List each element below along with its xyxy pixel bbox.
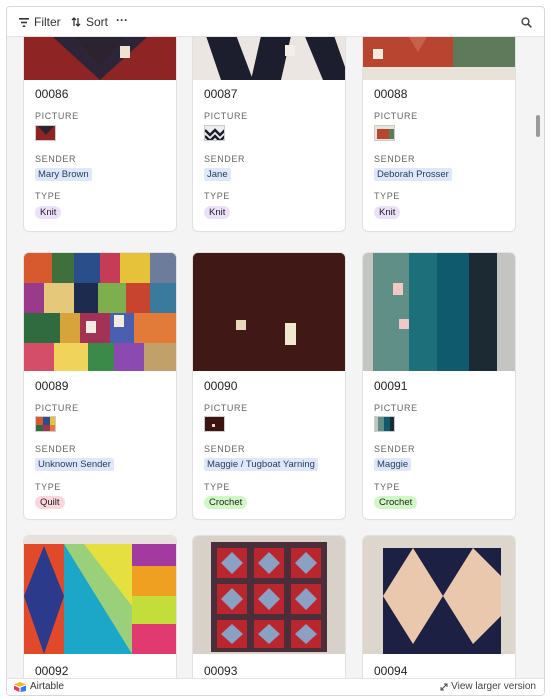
picture-label: PICTURE — [35, 111, 79, 121]
more-options-button[interactable]: ··· — [116, 13, 128, 27]
search-button[interactable] — [521, 15, 532, 33]
cover-image — [24, 37, 176, 80]
sender-label: SENDER — [35, 154, 77, 164]
picture-label: PICTURE — [35, 403, 79, 413]
view-larger-link[interactable]: View larger version — [440, 681, 536, 692]
type-label: TYPE — [35, 191, 61, 201]
record-card[interactable]: 00090 PICTURE SENDER Maggie / Tugboat Ya… — [193, 253, 345, 519]
picture-thumbnail[interactable] — [204, 416, 225, 432]
record-title: 00091 — [374, 379, 408, 393]
view-larger-label: View larger version — [451, 681, 536, 692]
picture-thumbnail[interactable] — [374, 416, 395, 432]
cover-image — [24, 253, 176, 371]
cover-image — [363, 536, 515, 654]
record-card[interactable]: 00091 PICTURE SENDER Maggie TYPE Crochet — [363, 253, 515, 519]
picture-label: PICTURE — [204, 111, 248, 121]
sender-chip: Maggie / Tugboat Yarning — [204, 458, 318, 471]
record-title: 00086 — [35, 87, 69, 101]
filter-label: Filter — [34, 15, 61, 29]
cover-image — [193, 37, 345, 80]
sender-chip: Maggie — [374, 458, 412, 471]
toolbar: Filter Sort ··· — [7, 7, 544, 37]
sender-label: SENDER — [204, 154, 246, 164]
brand-label: Airtable — [30, 681, 64, 692]
airtable-brand[interactable]: Airtable — [14, 681, 64, 692]
gallery-embed: Filter Sort ··· 00086 PICTURE SENDER Mar… — [6, 6, 545, 696]
sender-label: SENDER — [374, 444, 416, 454]
record-card[interactable]: 00086 PICTURE SENDER Mary Brown TYPE Kni… — [24, 37, 176, 231]
expand-icon — [440, 683, 448, 690]
scrollbar[interactable] — [536, 115, 540, 137]
sender-chip: Deborah Prosser — [374, 168, 452, 181]
sender-chip: Unknown Sender — [35, 458, 114, 471]
type-label: TYPE — [374, 191, 400, 201]
record-title: 00092 — [35, 664, 69, 678]
picture-thumbnail[interactable] — [35, 125, 56, 141]
type-pill: Knit — [204, 206, 231, 219]
filter-icon — [19, 17, 29, 27]
ellipsis-icon: ··· — [116, 13, 128, 27]
record-title: 00090 — [204, 379, 238, 393]
sender-chip: Jane — [204, 168, 231, 181]
record-card[interactable]: 00089 PICTURE SENDER Unknown Sender TYPE… — [24, 253, 176, 519]
footer: Airtable View larger version — [7, 678, 544, 695]
record-title: 00088 — [374, 87, 408, 101]
cover-image — [24, 536, 176, 654]
picture-label: PICTURE — [374, 403, 418, 413]
picture-thumbnail[interactable] — [35, 416, 56, 432]
record-card[interactable]: 00093 — [193, 536, 345, 680]
cover-image — [363, 253, 515, 371]
cover-image — [193, 253, 345, 371]
filter-button[interactable]: Filter — [19, 15, 61, 29]
type-pill: Knit — [35, 206, 62, 219]
type-pill: Crochet — [374, 496, 418, 509]
airtable-logo-icon — [14, 681, 26, 692]
type-pill: Knit — [374, 206, 401, 219]
sort-label: Sort — [86, 15, 109, 29]
sender-label: SENDER — [35, 444, 77, 454]
record-card[interactable]: 00092 — [24, 536, 176, 680]
picture-thumbnail[interactable] — [374, 125, 395, 141]
record-title: 00093 — [204, 664, 238, 678]
picture-label: PICTURE — [204, 403, 248, 413]
type-pill: Crochet — [204, 496, 248, 509]
type-label: TYPE — [204, 191, 230, 201]
sender-label: SENDER — [374, 154, 416, 164]
record-title: 00089 — [35, 379, 69, 393]
record-card[interactable]: 00088 PICTURE SENDER Deborah Prosser TYP… — [363, 37, 515, 231]
picture-label: PICTURE — [374, 111, 418, 121]
record-card[interactable]: 00094 — [363, 536, 515, 680]
type-pill: Quilt — [35, 496, 65, 509]
type-label: TYPE — [374, 482, 400, 492]
type-label: TYPE — [35, 482, 61, 492]
picture-thumbnail[interactable] — [204, 125, 225, 141]
gallery-grid: 00086 PICTURE SENDER Mary Brown TYPE Kni… — [7, 37, 544, 680]
sort-icon — [71, 17, 81, 27]
record-title: 00087 — [204, 87, 238, 101]
type-label: TYPE — [204, 482, 230, 492]
sender-chip: Mary Brown — [35, 168, 92, 181]
sort-button[interactable]: Sort — [71, 15, 108, 29]
record-card[interactable]: 00087 PICTURE SENDER Jane TYPE Knit — [193, 37, 345, 231]
sender-label: SENDER — [204, 444, 246, 454]
search-icon — [521, 17, 532, 28]
record-title: 00094 — [374, 664, 408, 678]
cover-image — [193, 536, 345, 654]
cover-image — [363, 37, 515, 80]
